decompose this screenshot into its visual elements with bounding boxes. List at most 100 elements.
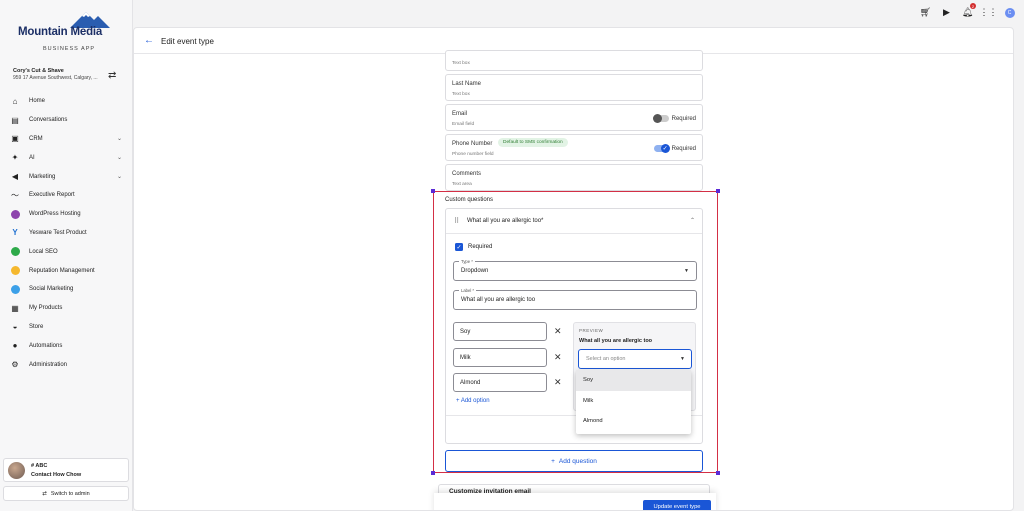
contact-card[interactable]: # ABC Contact How Chow: [3, 458, 129, 482]
sidebar-item-label: Social Marketing: [29, 286, 74, 293]
required-checkbox[interactable]: ✓: [455, 243, 463, 251]
megaphone-icon: ◀: [11, 172, 19, 182]
sidebar-item-administration[interactable]: ⚙ Administration: [10, 355, 128, 374]
preview-question: What all you are allergic too: [579, 338, 653, 344]
check-icon: ✓: [660, 144, 670, 153]
sidebar-item-marketing[interactable]: ◀ Marketing ⌄: [10, 167, 128, 186]
sidebar-item-label: AI: [29, 154, 35, 161]
sidebar-item-social-marketing[interactable]: Social Marketing: [10, 280, 128, 299]
user-avatar[interactable]: C: [1003, 6, 1016, 19]
preview-select[interactable]: Select an option ▼: [578, 349, 692, 369]
label-input[interactable]: Label * What all you are allergic too: [453, 288, 697, 310]
type-select[interactable]: Type * Dropdown ▼: [453, 259, 697, 281]
sidebar-item-label: Conversations: [29, 117, 68, 124]
field-label: Comments: [452, 171, 482, 177]
sidebar-item-label: Local SEO: [29, 248, 58, 255]
form-field-comments[interactable]: Comments Text area: [445, 164, 703, 191]
resize-handle[interactable]: [716, 189, 720, 193]
option-value: Soy: [460, 329, 471, 335]
switch-icon: ⇄: [42, 490, 47, 497]
required-label: Required: [468, 244, 493, 250]
dropdown-option[interactable]: Soy: [576, 370, 691, 391]
toggle-switch[interactable]: [652, 114, 669, 123]
sidebar-item-yesware[interactable]: Y Yesware Test Product: [10, 224, 128, 243]
sidebar-item-automations[interactable]: ● Automations: [10, 336, 128, 355]
option-input[interactable]: Soy: [453, 322, 547, 341]
caret-down-icon: ▼: [680, 356, 685, 362]
sidebar-item-label: Administration: [29, 361, 68, 368]
field-type: Email field: [452, 122, 475, 127]
cart-icon[interactable]: 🛒︎: [919, 6, 932, 19]
add-option-link[interactable]: + Add option: [456, 398, 490, 404]
resize-handle[interactable]: [431, 471, 435, 475]
chat-icon: ▤: [11, 115, 19, 125]
question-title: What all you are allergic too*: [467, 218, 544, 224]
sidebar-item-wordpress-hosting[interactable]: WordPress Hosting: [10, 205, 128, 224]
remove-option-icon[interactable]: ✕: [554, 352, 562, 363]
resize-handle[interactable]: [431, 189, 435, 193]
wordpress-icon: [10, 209, 20, 219]
preview-placeholder: Select an option: [586, 356, 626, 362]
dropdown-option[interactable]: Milk: [576, 391, 691, 412]
form-field-first-name[interactable]: Text box: [445, 50, 703, 71]
dropdown-option[interactable]: Almond: [576, 411, 691, 432]
video-icon[interactable]: ▶: [940, 6, 953, 19]
sidebar-item-label: Automations: [29, 342, 63, 349]
form-field-email[interactable]: Email Email field Required: [445, 104, 703, 131]
sidebar-item-ai[interactable]: ✦ AI ⌄: [10, 148, 128, 167]
sidebar-item-home[interactable]: ⌂ Home: [10, 92, 128, 111]
brand-logo[interactable]: Mountain Media: [18, 10, 114, 50]
sidebar-item-reputation[interactable]: Reputation Management: [10, 261, 128, 280]
contacts-icon: ▣: [11, 134, 19, 144]
type-value: Dropdown: [461, 268, 489, 274]
business-address: 959 17 Avenue Southwest, Calgary, ...: [13, 75, 98, 81]
sidebar-item-store[interactable]: ◒ Store: [10, 318, 128, 337]
switch-to-admin-button[interactable]: ⇄ Switch to admin: [3, 486, 129, 501]
question-header[interactable]: ⠿ What all you are allergic too* ⌃: [446, 209, 702, 234]
form-field-phone[interactable]: Phone Number Default to SMS confirmation…: [445, 134, 703, 161]
remove-option-icon[interactable]: ✕: [554, 377, 562, 388]
sidebar-item-executive-report[interactable]: 〜 Executive Report: [10, 186, 128, 205]
contact-card-title: # ABC: [31, 463, 48, 469]
brand-name: Mountain Media: [18, 26, 103, 38]
sidebar-item-label: Yesware Test Product: [29, 229, 87, 236]
page-title: Edit event type: [161, 37, 214, 46]
contact-card-name: Contact How Chow: [31, 472, 82, 478]
field-type: Text area: [452, 182, 472, 187]
remove-option-icon[interactable]: ✕: [554, 326, 562, 337]
action-bar: Update event type: [434, 493, 716, 510]
option-input[interactable]: Almond: [453, 373, 547, 392]
sidebar-item-label: Reputation Management: [29, 267, 95, 274]
required-toggle[interactable]: ✓ Required: [653, 144, 696, 153]
sidebar-item-my-products[interactable]: ▦ My Products: [10, 299, 128, 318]
sidebar-item-local-seo[interactable]: Local SEO: [10, 242, 128, 261]
add-question-button[interactable]: + Add question: [445, 450, 703, 472]
option-value: Milk: [460, 355, 471, 361]
toggle-switch[interactable]: ✓: [653, 144, 670, 153]
sms-default-badge: Default to SMS confirmation: [498, 138, 568, 147]
avatar: [8, 462, 25, 479]
option-input[interactable]: Milk: [453, 348, 547, 367]
field-label: Email: [452, 111, 468, 117]
sidebar-item-conversations[interactable]: ▤ Conversations: [10, 111, 128, 130]
required-label: Required: [671, 115, 696, 122]
swap-icon[interactable]: ⇄: [108, 70, 116, 81]
required-checkbox-row[interactable]: ✓ Required: [455, 243, 492, 251]
apps-grid-icon[interactable]: ⋮⋮: [980, 6, 998, 19]
update-event-type-button[interactable]: Update event type: [643, 500, 711, 510]
bell-icon[interactable]: 🔔︎ 2: [961, 3, 976, 19]
resize-handle[interactable]: [716, 471, 720, 475]
business-name: Cory's Cut & Shave: [13, 68, 64, 74]
brand-subtitle: BUSINESS APP: [43, 46, 96, 52]
back-arrow-icon[interactable]: ←: [144, 35, 154, 46]
bolt-icon: ●: [12, 341, 18, 351]
field-type: Text box: [452, 61, 470, 66]
business-switcher[interactable]: Cory's Cut & Shave 959 17 Avenue Southwe…: [13, 68, 123, 81]
add-option-label: Add option: [460, 398, 490, 404]
form-field-last-name[interactable]: Last Name Text box: [445, 74, 703, 101]
drag-handle-icon[interactable]: ⠿: [454, 217, 459, 225]
home-icon: ⌂: [12, 96, 18, 106]
sidebar-item-crm[interactable]: ▣ CRM ⌄: [10, 130, 128, 149]
chevron-up-icon[interactable]: ⌃: [690, 217, 695, 224]
required-toggle[interactable]: Required: [652, 114, 696, 123]
